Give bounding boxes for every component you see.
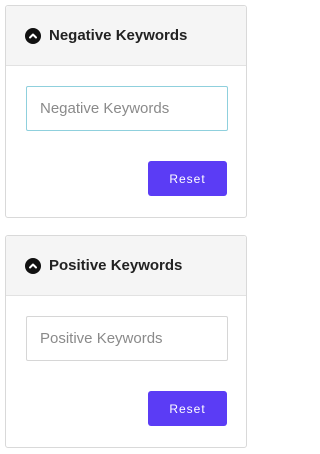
chevron-up-circle-icon[interactable] — [25, 27, 41, 44]
positive-keywords-panel: Positive Keywords Reset — [5, 235, 247, 448]
negative-keywords-header[interactable]: Negative Keywords — [6, 6, 246, 66]
panel-title: Negative Keywords — [49, 27, 188, 44]
negative-keywords-input[interactable] — [26, 86, 228, 131]
chevron-up-circle-icon[interactable] — [25, 257, 41, 274]
panel-title: Positive Keywords — [49, 257, 183, 274]
positive-keywords-header[interactable]: Positive Keywords — [6, 236, 246, 296]
positive-keywords-input[interactable] — [26, 316, 228, 361]
reset-button[interactable]: Reset — [148, 391, 227, 426]
negative-keywords-panel: Negative Keywords Reset — [5, 5, 247, 218]
panel-body: Reset — [6, 296, 246, 447]
panel-body: Reset — [6, 66, 246, 217]
reset-button[interactable]: Reset — [148, 161, 227, 196]
